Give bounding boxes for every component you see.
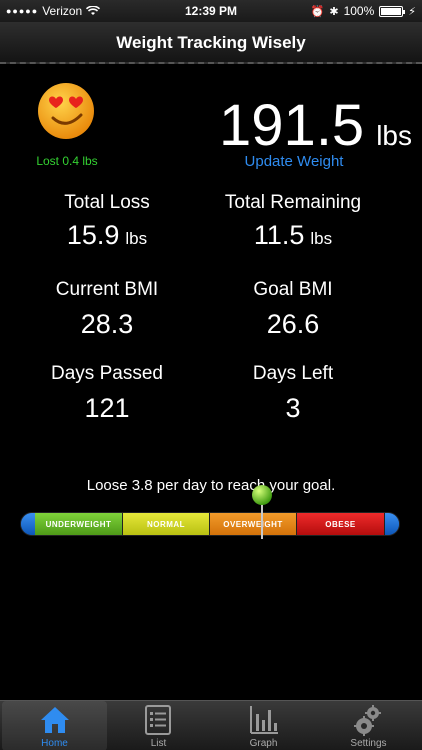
current-weight: 191.5 lbs [219, 92, 412, 159]
navigation-bar: Weight Tracking Wisely [0, 22, 422, 64]
days-passed-label: Days Passed [51, 363, 163, 384]
bmi-scale-right-cap [385, 513, 399, 535]
page-title: Weight Tracking Wisely [116, 33, 306, 52]
tab-graph[interactable]: Graph [211, 701, 316, 750]
bmi-marker-pin-icon [252, 485, 272, 539]
total-remaining-number: 11.5 [253, 220, 305, 250]
current-weight-value: 191.5 [219, 93, 365, 158]
current-bmi-value: 28.3 [80, 309, 134, 339]
total-loss-number: 15.9 [66, 220, 120, 250]
alarm-icon: ⏰ [310, 5, 325, 18]
total-remaining-unit: lbs [310, 229, 333, 248]
bmi-segment-normal: NORMAL [123, 513, 210, 535]
lost-weight-text: Lost 0.4 lbs [36, 154, 98, 168]
total-loss-label: Total Loss [64, 192, 150, 213]
list-icon [145, 705, 171, 735]
goal-bmi-value: 26.6 [266, 309, 320, 339]
goal-bmi-label: Goal BMI [253, 279, 333, 300]
days-left-label: Days Left [252, 363, 334, 384]
heart-eyes-emoji-icon [38, 83, 94, 139]
tab-settings[interactable]: Settings [316, 701, 421, 750]
tab-bar: Home List Graph Settings [0, 700, 422, 750]
days-left-value: 3 [285, 393, 301, 423]
battery-percent: 100% [343, 4, 375, 18]
bmi-scale-left-cap [21, 513, 35, 535]
gears-icon [354, 705, 381, 736]
total-loss-value: 15.9 lbs [22, 220, 192, 251]
goal-hint-text: Loose 3.8 per day to reach your goal. [86, 477, 336, 494]
charging-icon: ⚡ [408, 5, 416, 18]
tab-home-label: Home [41, 738, 68, 749]
total-loss-unit: lbs [125, 229, 148, 248]
days-passed-value: 121 [84, 393, 130, 423]
bar-graph-icon [250, 706, 278, 734]
house-icon [41, 707, 69, 733]
tab-graph-label: Graph [249, 738, 278, 749]
tab-list-label: List [150, 738, 167, 749]
tab-settings-label: Settings [350, 738, 387, 749]
total-remaining-value: 11.5 lbs [208, 220, 378, 251]
bmi-scale-bar: UNDERWEIGHT NORMAL OVERWEIGHT OBESE [20, 512, 400, 536]
battery-icon [379, 5, 406, 17]
tab-home[interactable]: Home [2, 701, 107, 750]
current-bmi-label: Current BMI [55, 279, 159, 300]
bmi-segment-obese: OBESE [297, 513, 385, 535]
total-remaining-label: Total Remaining [224, 192, 362, 213]
tab-list[interactable]: List [106, 701, 211, 750]
bmi-segment-underweight: UNDERWEIGHT [35, 513, 123, 535]
update-weight-button[interactable]: Update Weight [210, 153, 378, 170]
bluetooth-icon: ✱ [329, 5, 339, 18]
current-weight-unit: lbs [376, 120, 412, 151]
status-bar: ●●●●● Verizon 12:39 PM ⏰ ✱ 100% ⚡ [0, 0, 422, 22]
